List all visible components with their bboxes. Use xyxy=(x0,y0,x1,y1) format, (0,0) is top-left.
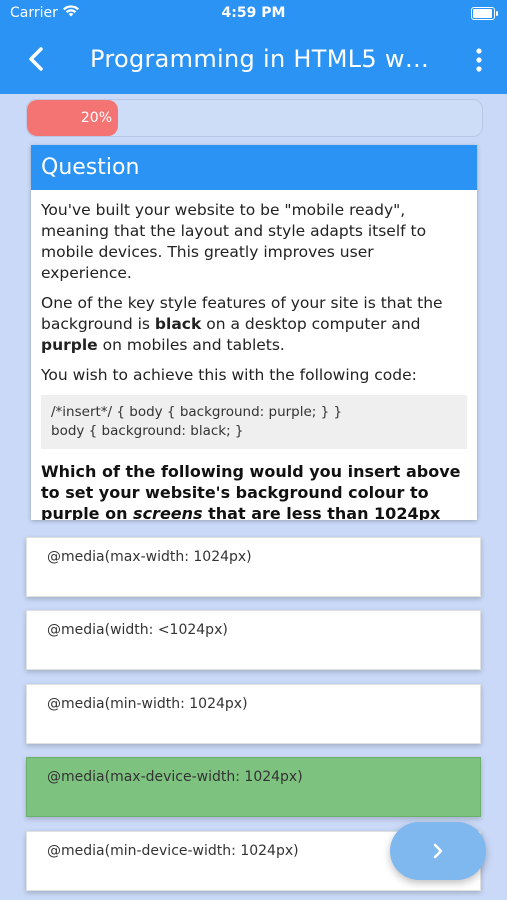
code-line-1: /*insert*/ { body { background: purple; … xyxy=(51,404,343,420)
question-paragraph-2: One of the key style features of your si… xyxy=(41,294,443,354)
chevron-right-icon xyxy=(433,843,443,859)
question-paragraph-3: You wish to achieve this with the follow… xyxy=(41,366,417,384)
question-paragraph-1: You've built your website to be "mobile … xyxy=(41,201,427,282)
answer-option-4[interactable]: @media(max-device-width: 1024px) xyxy=(26,757,481,817)
status-bar: Carrier 4:59 PM xyxy=(0,0,507,26)
code-block: /*insert*/ { body { background: purple; … xyxy=(41,395,467,449)
progress-fill: 20% xyxy=(27,100,118,136)
chevron-left-icon[interactable] xyxy=(22,44,52,74)
question-body: You've built your website to be "mobile … xyxy=(31,190,477,520)
code-line-2: body { background: black; } xyxy=(51,423,244,439)
answer-option-label: @media(width: <1024px) xyxy=(47,622,228,638)
emphasis-screens: screens xyxy=(133,504,203,520)
answer-option-label: @media(max-width: 1024px) xyxy=(47,549,252,565)
more-vertical-icon[interactable] xyxy=(469,46,489,74)
answer-option-2[interactable]: @media(width: <1024px) xyxy=(26,610,481,670)
battery-icon xyxy=(471,7,498,20)
progress-label: 20% xyxy=(80,110,112,126)
page-title: Programming in HTML5 wi... xyxy=(90,45,430,73)
answer-option-label: @media(max-device-width: 1024px) xyxy=(47,769,303,785)
question-prompt: Which of the following would you insert … xyxy=(41,461,467,520)
progress-bar: 20% xyxy=(26,99,483,137)
answer-option-1[interactable]: @media(max-width: 1024px) xyxy=(26,537,481,597)
answer-option-3[interactable]: @media(min-width: 1024px) xyxy=(26,684,481,744)
next-button[interactable] xyxy=(390,822,486,880)
question-header: Question xyxy=(31,145,477,190)
status-time: 4:59 PM xyxy=(221,5,286,21)
answer-option-label: @media(min-width: 1024px) xyxy=(47,696,248,712)
emphasis-black: black xyxy=(154,315,202,333)
question-card: Question You've built your website to be… xyxy=(31,145,477,520)
app-bar: Programming in HTML5 wi... xyxy=(0,26,507,94)
emphasis-purple: purple xyxy=(41,336,98,354)
answer-option-label: @media(min-device-width: 1024px) xyxy=(47,843,299,859)
